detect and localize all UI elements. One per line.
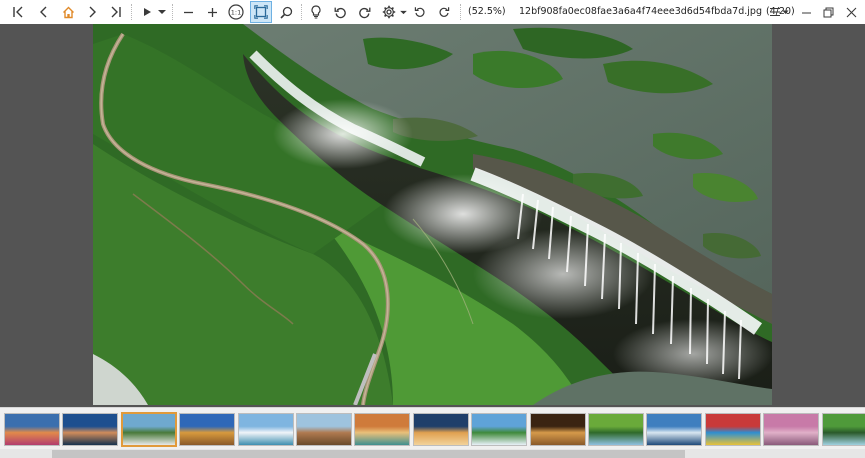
thumb-7[interactable] [354,413,411,446]
thumb-5[interactable] [237,413,294,446]
actual-size-label: 1:1 [231,9,241,17]
rotate-left-button[interactable] [330,0,350,24]
next-image-icon [89,6,96,18]
actual-size-button[interactable]: 1:1 [226,0,246,24]
settings-dropdown[interactable] [398,0,408,24]
redo-button[interactable] [434,0,454,24]
restore-button[interactable] [818,0,838,24]
first-image-button[interactable] [8,0,28,24]
undo-icon [414,7,425,17]
thumb-12[interactable] [646,413,703,446]
magnifier-icon [279,6,292,19]
file-info: 12bf908fa0ec08fae3a6a4f74eee3d6d54fbda7d… [519,0,795,24]
minimize-icon [801,12,811,13]
settings-button[interactable] [378,0,400,24]
previous-image-icon [40,6,47,18]
zoom-out-icon [183,11,193,13]
gear-icon [382,5,396,19]
zoom-in-button[interactable] [202,0,222,24]
hamburger-menu-icon [770,7,789,17]
thumb-8[interactable] [412,413,469,446]
home-icon [62,6,74,18]
zoom-level: (52.5%) [468,6,506,17]
filmstrip [0,407,865,458]
play-slideshow-icon [144,8,151,16]
thumb-3[interactable] [120,412,177,447]
victoria-falls-aerial-photo[interactable] [93,24,772,405]
thumb-6[interactable] [296,413,352,446]
main-menu-button[interactable] [767,0,791,24]
close-icon [846,7,856,17]
magnifier-button[interactable] [276,0,296,24]
thumb-11[interactable] [588,413,644,446]
last-image-button[interactable] [106,0,126,24]
rotate-right-icon [358,7,370,18]
toolbar: 1:1 (52.5%) 12bf908fa0ec08fae3a6a4f74eee… [0,0,865,24]
thumb-15[interactable] [821,413,865,446]
zoom-in-icon [207,7,217,17]
rotate-left-icon [334,7,346,18]
close-button[interactable] [841,0,861,24]
thumb-4[interactable] [179,413,236,446]
fit-to-window-icon [254,5,268,19]
zoom-out-button[interactable] [178,0,198,24]
thumb-2[interactable] [62,413,119,446]
dropdown-icon [158,10,166,14]
undo-button[interactable] [410,0,430,24]
thumb-1[interactable] [4,413,60,446]
minimize-button[interactable] [796,0,816,24]
filmstrip-scroll-thumb[interactable] [52,450,685,458]
bulb-icon [311,5,321,19]
slideshow-button[interactable] [138,0,156,24]
actual-size-icon: 1:1 [228,4,244,20]
thumb-14[interactable] [763,413,820,446]
redo-icon [439,7,450,17]
file-name: 12bf908fa0ec08fae3a6a4f74eee3d6d54fbda7d… [519,6,762,17]
previous-image-button[interactable] [34,0,54,24]
thumb-10[interactable] [529,413,586,446]
slideshow-dropdown[interactable] [156,0,168,24]
first-image-icon [13,6,23,18]
last-image-icon [111,6,121,18]
thumb-9[interactable] [471,413,528,446]
home-button[interactable] [58,0,78,24]
restore-icon [823,7,833,17]
fit-to-window-button[interactable] [250,1,272,23]
image-viewer[interactable] [0,24,865,407]
next-image-button[interactable] [82,0,102,24]
bulb-button[interactable] [306,0,326,24]
rotate-right-button[interactable] [354,0,374,24]
thumb-13[interactable] [704,413,761,446]
dropdown-icon [399,10,407,14]
